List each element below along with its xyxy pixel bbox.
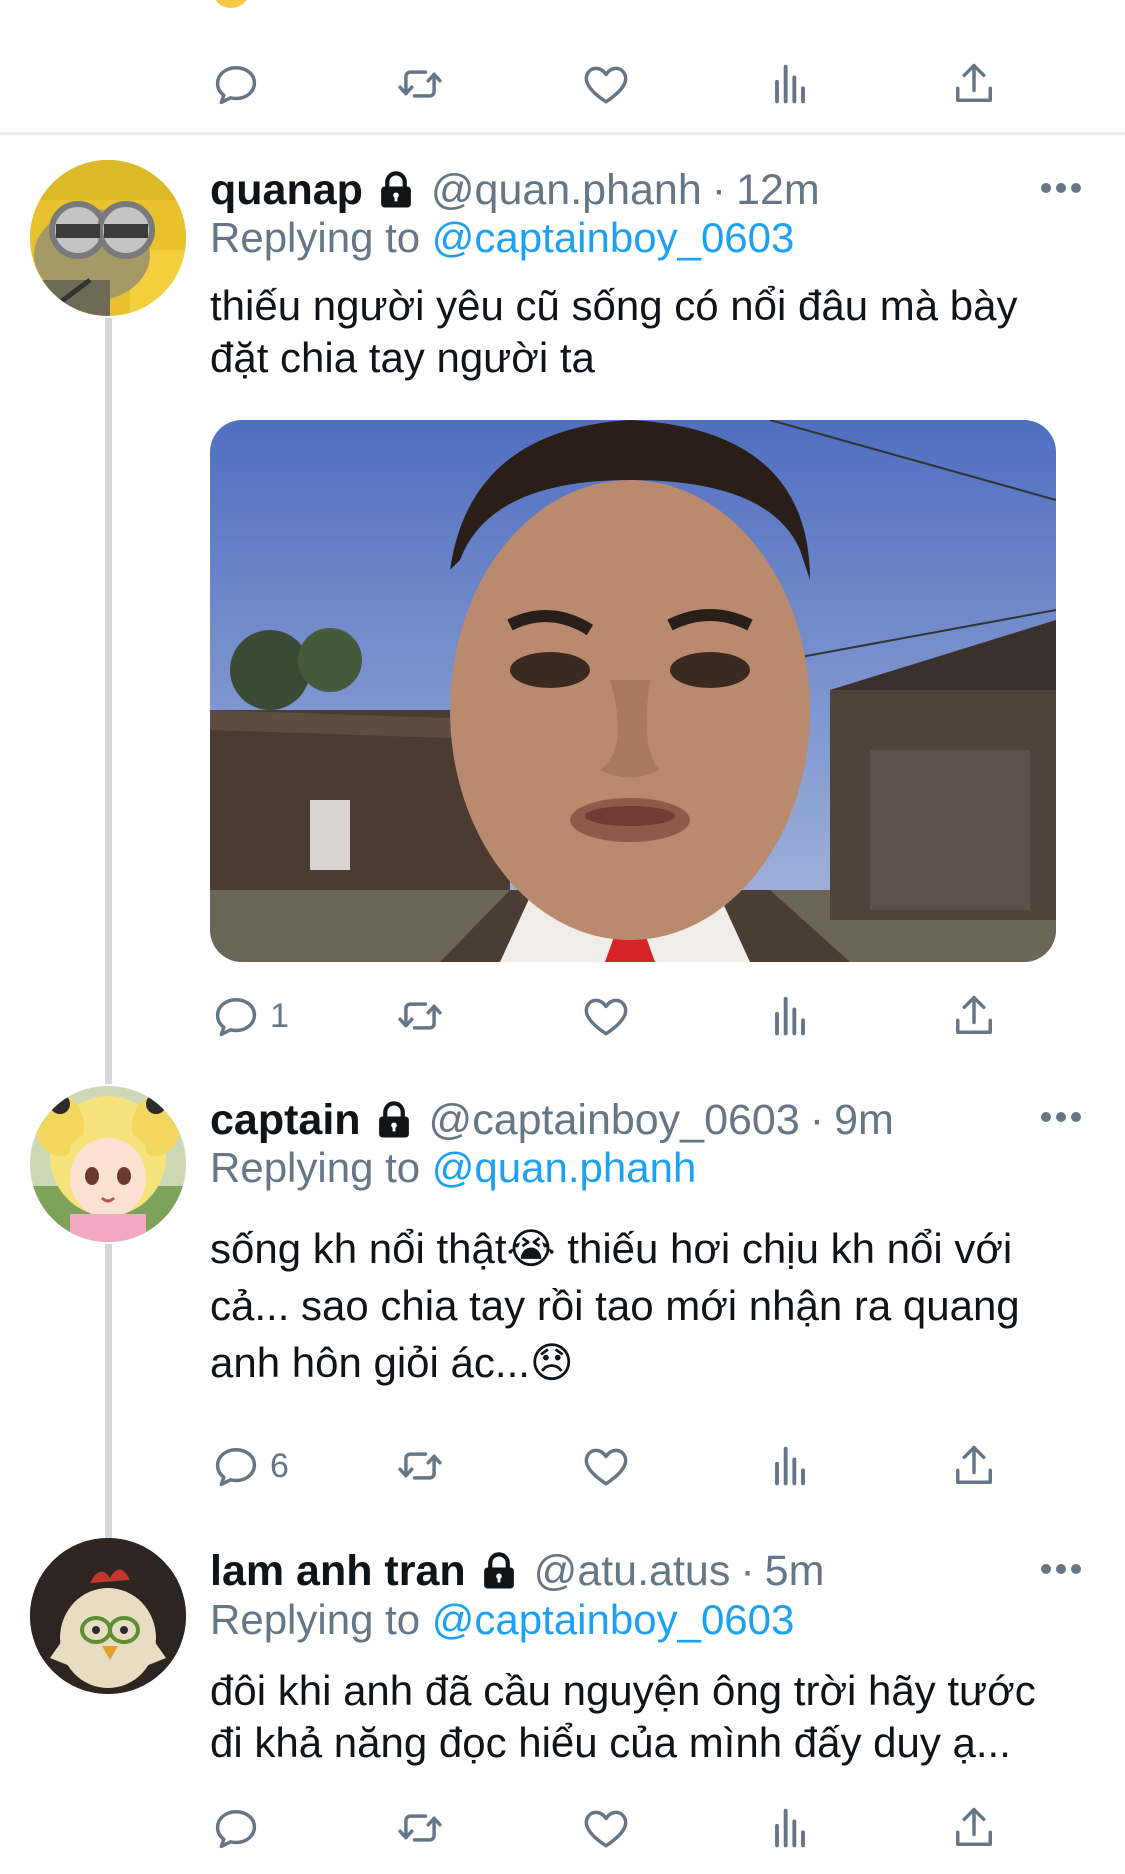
username[interactable]: @quan.phanh [431, 165, 702, 215]
reply-button[interactable] [210, 56, 262, 112]
share-button[interactable] [948, 1438, 1000, 1494]
more-icon[interactable] [1040, 182, 1082, 194]
reply-count: 6 [270, 1446, 289, 1485]
mention-link[interactable]: @quan.phanh [432, 1144, 697, 1191]
anime-avatar-image [30, 1086, 186, 1242]
cropped-emoji [214, 0, 248, 8]
avatar[interactable] [30, 160, 186, 316]
heart-icon [580, 58, 632, 110]
analytics-button[interactable] [764, 1438, 816, 1494]
heart-icon [580, 1440, 632, 1492]
tweet-text-line: đi khả năng đọc hiểu của mình đấy duy ạ.… [210, 1719, 1011, 1766]
more-icon[interactable] [1040, 1563, 1082, 1575]
share-button[interactable] [948, 1800, 1000, 1856]
tweet-text-line: đôi khi anh đã cầu nguyện ông trời hãy t… [210, 1667, 1036, 1714]
username[interactable]: @captainboy_0603 [429, 1095, 800, 1145]
tweet-header: captain @captainboy_0603 · 9m [210, 1095, 894, 1145]
tweet-media-image[interactable] [210, 420, 1056, 962]
separator: · [711, 166, 727, 214]
chicken-avatar-image [30, 1538, 186, 1694]
timestamp[interactable]: 9m [834, 1095, 894, 1145]
tweet-text: sống kh nổi thật😭 thiếu hơi chịu kh nổi … [210, 1220, 1090, 1391]
share-icon [948, 1802, 1000, 1854]
share-icon [948, 990, 1000, 1042]
like-button[interactable] [580, 1438, 632, 1494]
timestamp[interactable]: 12m [736, 165, 820, 215]
analytics-icon [764, 58, 816, 110]
share-icon [948, 58, 1000, 110]
username[interactable]: @atu.atus [534, 1546, 731, 1596]
mention-link[interactable]: @captainboy_0603 [432, 214, 795, 261]
timestamp[interactable]: 5m [765, 1546, 825, 1596]
lock-icon [373, 1099, 415, 1141]
reply-icon [210, 58, 262, 110]
replying-label: Replying to [210, 214, 421, 261]
tweet-text-line: cả... sao chia tay rồi tao mới nhận ra q… [210, 1282, 1020, 1329]
avatar[interactable] [30, 1086, 186, 1242]
like-button[interactable] [580, 988, 632, 1044]
analytics-icon [764, 1802, 816, 1854]
tweet-text-line: anh hôn giỏi ác...😞 [210, 1339, 574, 1386]
meme-photo [210, 420, 1056, 962]
share-button[interactable] [948, 56, 1000, 112]
tweet-actions [210, 1800, 990, 1856]
retweet-icon [394, 1440, 446, 1492]
reply-icon [210, 1802, 262, 1854]
thread-line [105, 1244, 112, 1540]
tweet-text: đôi khi anh đã cầu nguyện ông trời hãy t… [210, 1665, 1090, 1769]
lock-icon [375, 169, 417, 211]
more-icon[interactable] [1040, 1111, 1082, 1123]
reply-button[interactable] [210, 1800, 262, 1856]
replying-to: Replying to @quan.phanh [210, 1143, 696, 1193]
minion-avatar-image [30, 160, 186, 316]
tweet-text: thiếu người yêu cũ sống có nổi đâu mà bà… [210, 280, 1090, 384]
reply-icon [210, 1440, 262, 1492]
tweet-text-line: thiếu người yêu cũ sống có nổi đâu mà bà… [210, 282, 1018, 329]
analytics-button[interactable] [764, 1800, 816, 1856]
analytics-icon [764, 990, 816, 1042]
replying-to: Replying to @captainboy_0603 [210, 213, 794, 263]
share-icon [948, 1440, 1000, 1492]
heart-icon [580, 1802, 632, 1854]
tweet-actions: 6 [210, 1438, 990, 1494]
heart-icon [580, 990, 632, 1042]
retweet-icon [394, 990, 446, 1042]
replying-label: Replying to [210, 1144, 421, 1191]
thread-line [105, 318, 112, 1084]
mention-link[interactable]: @captainboy_0603 [432, 1596, 795, 1643]
tweet-divider [0, 132, 1125, 135]
retweet-icon [394, 58, 446, 110]
display-name[interactable]: lam anh tran [210, 1546, 466, 1596]
like-button[interactable] [580, 56, 632, 112]
like-button[interactable] [580, 1800, 632, 1856]
replying-label: Replying to [210, 1596, 421, 1643]
retweet-icon [394, 1802, 446, 1854]
tweet-header: quanap @quan.phanh · 12m [210, 165, 820, 215]
tweet-text-line: sống kh nổi thật😭 thiếu hơi chịu kh nổi … [210, 1225, 1013, 1272]
retweet-button[interactable] [394, 56, 446, 112]
retweet-button[interactable] [394, 1438, 446, 1494]
retweet-button[interactable] [394, 988, 446, 1044]
display-name[interactable]: captain [210, 1095, 361, 1145]
avatar[interactable] [30, 1538, 186, 1694]
replying-to: Replying to @captainboy_0603 [210, 1595, 794, 1645]
tweet-header: lam anh tran @atu.atus · 5m [210, 1546, 824, 1596]
display-name[interactable]: quanap [210, 165, 363, 215]
analytics-button[interactable] [764, 56, 816, 112]
reply-icon [210, 990, 262, 1042]
reply-button[interactable]: 1 [210, 988, 289, 1044]
tweet-actions [210, 56, 990, 112]
lock-icon [478, 1550, 520, 1592]
reply-count: 1 [270, 996, 289, 1035]
analytics-button[interactable] [764, 988, 816, 1044]
reply-button[interactable]: 6 [210, 1438, 289, 1494]
separator: · [740, 1547, 755, 1595]
share-button[interactable] [948, 988, 1000, 1044]
tweet-text-line: đặt chia tay người ta [210, 334, 595, 381]
separator: · [809, 1096, 825, 1144]
retweet-button[interactable] [394, 1800, 446, 1856]
analytics-icon [764, 1440, 816, 1492]
tweet-actions: 1 [210, 988, 990, 1044]
